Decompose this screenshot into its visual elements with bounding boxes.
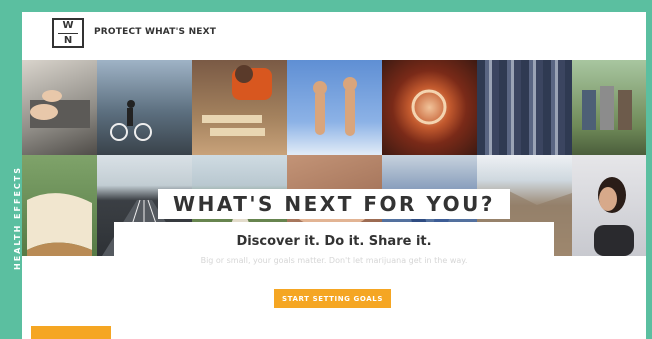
photo-hand-gestures (287, 60, 382, 155)
health-effects-tab[interactable]: HEALTH EFFECTS (6, 75, 22, 270)
goals-card: Discover it. Do it. Share it. Big or sma… (114, 222, 554, 339)
hero-headline: WHAT'S NEXT FOR YOU? (173, 192, 495, 216)
photo-open-book (22, 155, 97, 256)
health-effects-label: HEALTH EFFECTS (13, 165, 22, 270)
photo-woman-portrait (572, 155, 646, 256)
photo-coin-jar (382, 60, 477, 155)
photo-bmx-rider (97, 60, 192, 155)
photo-clothing-rack (477, 60, 572, 155)
logo[interactable]: W N (52, 18, 84, 48)
bottom-accent-bar (31, 326, 111, 339)
photo-laptop-hands (22, 60, 97, 155)
page: W N PROTECT WHAT'S NEXT WHAT'S NEXT FOR … (22, 12, 646, 339)
card-title: Discover it. Do it. Share it. (236, 234, 432, 249)
start-setting-goals-button[interactable]: START SETTING GOALS (274, 289, 391, 308)
brand-name[interactable]: PROTECT WHAT'S NEXT (94, 27, 216, 37)
card-subtitle: Big or small, your goals matter. Don't l… (200, 256, 468, 265)
hero-headline-box: WHAT'S NEXT FOR YOU? (158, 189, 510, 219)
photo-group-friends (572, 60, 646, 155)
logo-letter-top: W (62, 19, 74, 31)
logo-letter-bottom: N (63, 34, 73, 46)
photo-woodworking (192, 60, 287, 155)
logo-divider (58, 32, 78, 34)
